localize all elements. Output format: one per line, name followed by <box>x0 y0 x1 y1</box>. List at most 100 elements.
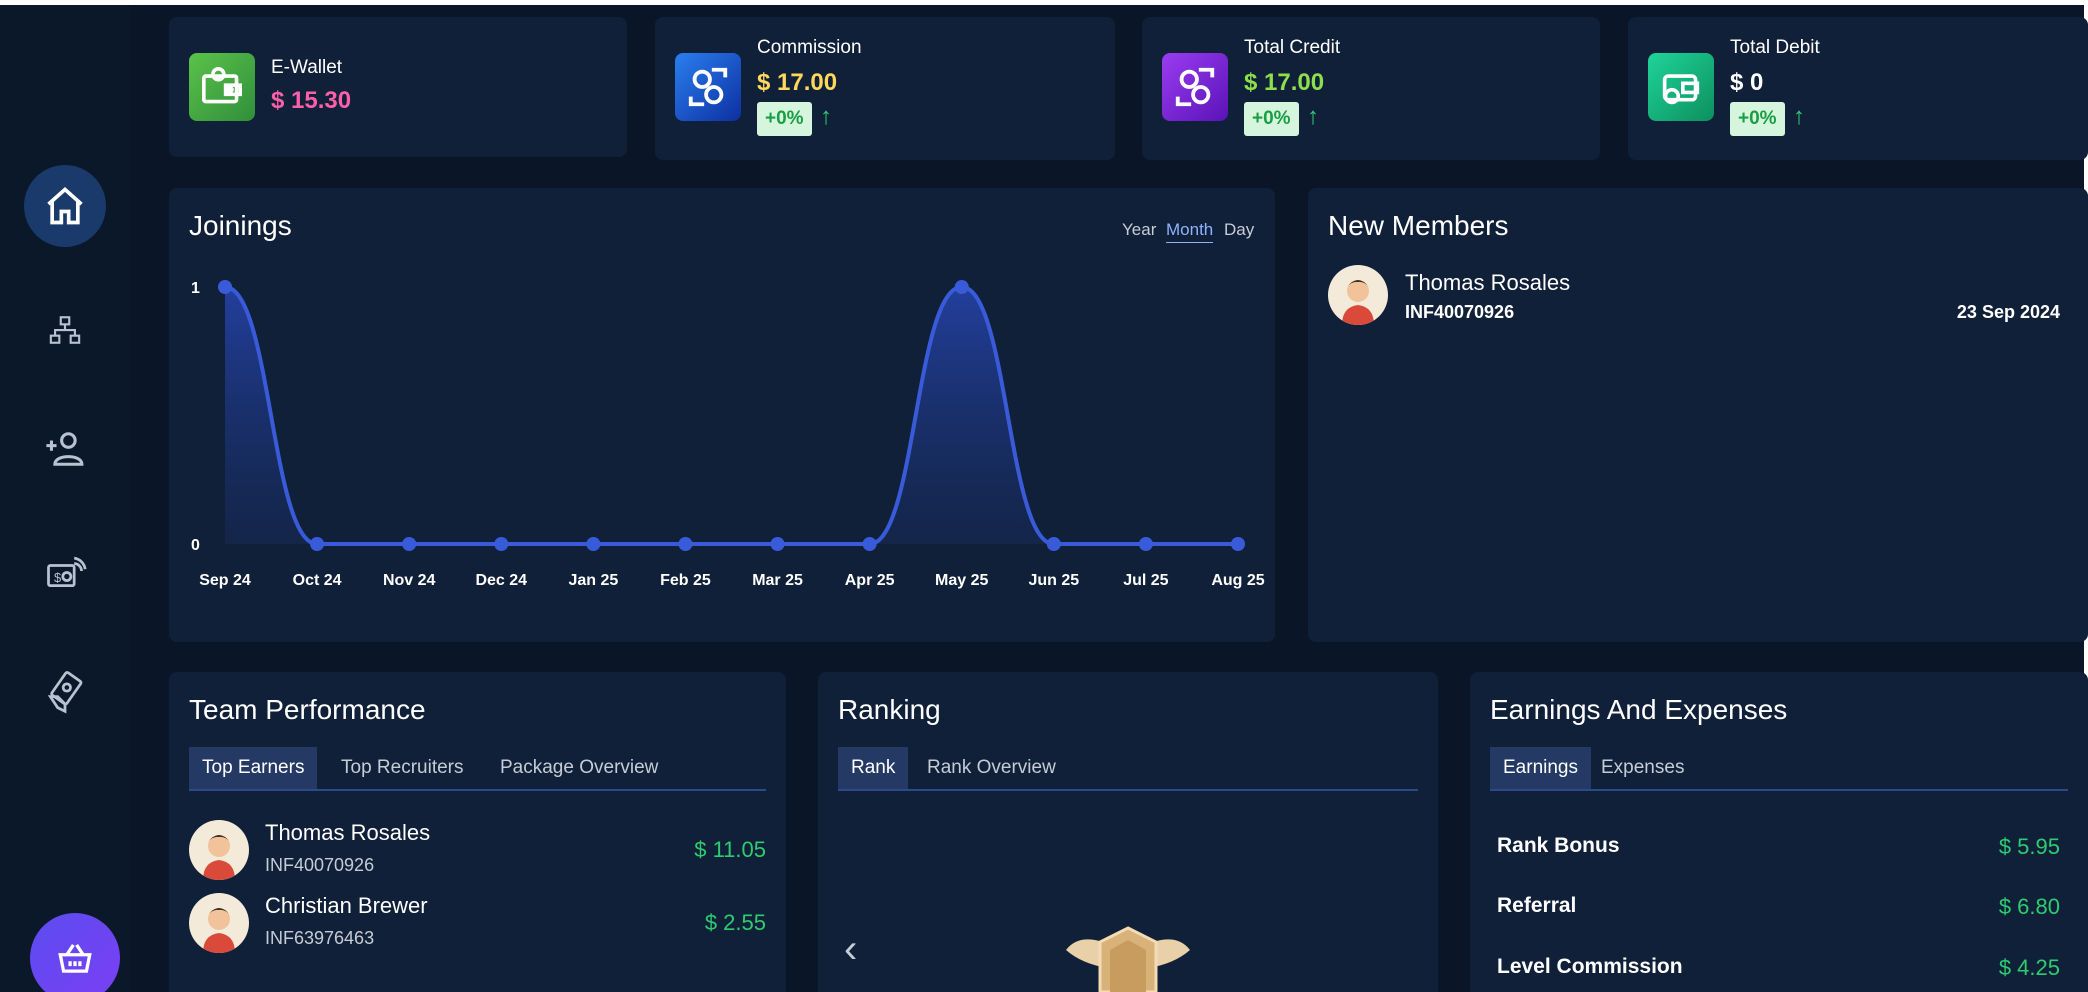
sidebar-item-register[interactable] <box>24 408 106 490</box>
add-user-icon <box>46 432 84 466</box>
x-tick-label: Sep 24 <box>199 572 251 589</box>
earning-amount: $ 5.95 <box>1998 834 2060 859</box>
x-tick-label: Jun 25 <box>1028 572 1079 589</box>
earning-amount: $ 6.80 <box>1998 894 2060 919</box>
tab-top-earners[interactable]: Top Earners <box>189 747 318 789</box>
joinings-chart: Sep 24 Oct 24 Nov 24 Dec 24 Jan 25 Feb 25 Mar … <box>191 280 1265 589</box>
basket-icon <box>58 944 92 973</box>
data-point[interactable] <box>862 537 877 551</box>
ranking-card: Ranking Rank Rank Overview ‹ <box>818 672 1438 992</box>
kpi-card-ewallet[interactable]: E-Wallet $ 15.30 <box>169 17 627 157</box>
kpi-title: Total Debit <box>1730 37 1820 58</box>
kpi-title: Total Credit <box>1244 37 1341 58</box>
member-id: INF40070926 <box>1405 302 1515 322</box>
ranking-title: Ranking <box>838 694 941 725</box>
member-name[interactable]: Thomas Rosales <box>1405 270 1570 296</box>
avatar <box>1328 265 1388 325</box>
kpi-change-badge: +0% <box>757 102 812 136</box>
earning-amount: $ 4.25 <box>1998 955 2060 980</box>
x-tick-label: Aug 25 <box>1211 572 1264 589</box>
x-tick-label: Nov 24 <box>383 572 436 589</box>
wallet-icon <box>189 53 255 121</box>
data-point[interactable] <box>954 280 969 294</box>
kpi-value: $ 0 <box>1730 69 1764 96</box>
team-performance-tabs: Top Earners Top Recruiters Package Overv… <box>189 747 766 791</box>
top-border <box>0 0 2088 5</box>
x-tick-label: Dec 24 <box>475 572 527 589</box>
kpi-card-commission[interactable]: Commission $ 17.00 +0% ↑ <box>655 17 1115 160</box>
data-point[interactable] <box>218 280 232 294</box>
earning-label: Referral <box>1497 894 1577 917</box>
kpi-value: $ 17.00 <box>757 69 838 96</box>
kpi-value: $ 15.30 <box>271 87 352 114</box>
earning-label: Level Commission <box>1497 955 1683 978</box>
x-tick-label: Mar 25 <box>752 572 803 589</box>
tab-expenses[interactable]: Expenses <box>1588 747 1697 789</box>
ranking-tabs: Rank Rank Overview <box>838 747 1418 791</box>
joinings-card: Joinings Year Month Day Sep 24 Oct 24 Nov … <box>169 188 1275 642</box>
data-point[interactable] <box>770 537 785 551</box>
data-point[interactable] <box>402 537 417 551</box>
arrow-up-icon: ↑ <box>1307 103 1319 130</box>
kpi-change-badge: +0% <box>1730 102 1785 136</box>
sidebar-item-genealogy[interactable] <box>24 289 106 371</box>
team-performance-title: Team Performance <box>189 694 426 725</box>
data-point[interactable] <box>1231 537 1245 551</box>
x-tick-label: Feb 25 <box>660 572 711 589</box>
tab-top-recruiters[interactable]: Top Recruiters <box>328 747 477 789</box>
earner-id: INF63976463 <box>265 928 375 948</box>
x-tick-label: Oct 24 <box>293 572 342 589</box>
data-point[interactable] <box>586 537 601 551</box>
sidebar: $ <box>0 5 130 992</box>
arrow-up-icon: ↑ <box>1793 103 1805 130</box>
home-icon <box>47 187 83 225</box>
x-tick-label: Apr 25 <box>845 572 895 589</box>
series-line <box>224 284 1238 547</box>
sidebar-item-home[interactable] <box>24 165 106 247</box>
tab-rank[interactable]: Rank <box>838 747 909 789</box>
arrow-up-icon: ↑ <box>820 103 832 130</box>
earner-name[interactable]: Christian Brewer <box>265 893 428 919</box>
credit-icon <box>1162 53 1228 121</box>
kpi-title: Commission <box>757 37 862 58</box>
kpi-card-total-credit[interactable]: Total Credit $ 17.00 +0% ↑ <box>1142 17 1600 160</box>
tree-icon <box>49 316 81 344</box>
kpi-value: $ 17.00 <box>1244 69 1325 96</box>
sidebar-item-ewallet[interactable] <box>24 652 106 734</box>
earning-label: Rank Bonus <box>1497 834 1620 857</box>
tab-package-overview[interactable]: Package Overview <box>487 747 671 789</box>
kpi-title: E-Wallet <box>271 57 343 78</box>
tab-rank-overview[interactable]: Rank Overview <box>914 747 1069 789</box>
earnings-title: Earnings And Expenses <box>1490 694 1788 725</box>
kpi-card-total-debit[interactable]: Total Debit $ 0 +0% ↑ <box>1628 17 2088 160</box>
new-members-title: New Members <box>1328 210 1509 241</box>
sidebar-item-payout[interactable]: $ <box>24 530 106 612</box>
rank-badge-icon <box>1066 926 1190 992</box>
member-join-date: 23 Sep 2024 <box>1956 302 2060 322</box>
earner-amount: $ 2.55 <box>704 910 766 935</box>
debit-icon <box>1648 53 1714 121</box>
x-tick-label: Jan 25 <box>568 572 618 589</box>
commission-icon <box>675 53 741 121</box>
earner-id: INF40070926 <box>265 855 375 875</box>
svg-text:$: $ <box>54 570 61 585</box>
sidebar-item-shop[interactable] <box>30 913 120 992</box>
data-point[interactable] <box>310 537 325 551</box>
team-performance-card: Team Performance Top Earners Top Recruit… <box>169 672 786 992</box>
earner-amount: $ 11.05 <box>694 837 766 862</box>
data-point[interactable] <box>1138 537 1153 551</box>
tab-earnings[interactable]: Earnings <box>1490 747 1591 789</box>
prev-rank-button[interactable]: ‹ <box>844 927 857 972</box>
x-tick-label: Jul 25 <box>1123 572 1168 589</box>
earner-name[interactable]: Thomas Rosales <box>265 820 430 846</box>
x-tick-label: May 25 <box>935 572 988 589</box>
data-point[interactable] <box>1046 537 1061 551</box>
kpi-change-badge: +0% <box>1244 102 1299 136</box>
series-area <box>225 287 1238 544</box>
earnings-tabs: Earnings Expenses <box>1490 747 2068 791</box>
data-point[interactable] <box>678 537 693 551</box>
payout-icon: $ <box>47 556 87 588</box>
data-point[interactable] <box>494 537 509 551</box>
avatar <box>189 893 249 953</box>
y-tick-label: 0 <box>191 537 200 554</box>
